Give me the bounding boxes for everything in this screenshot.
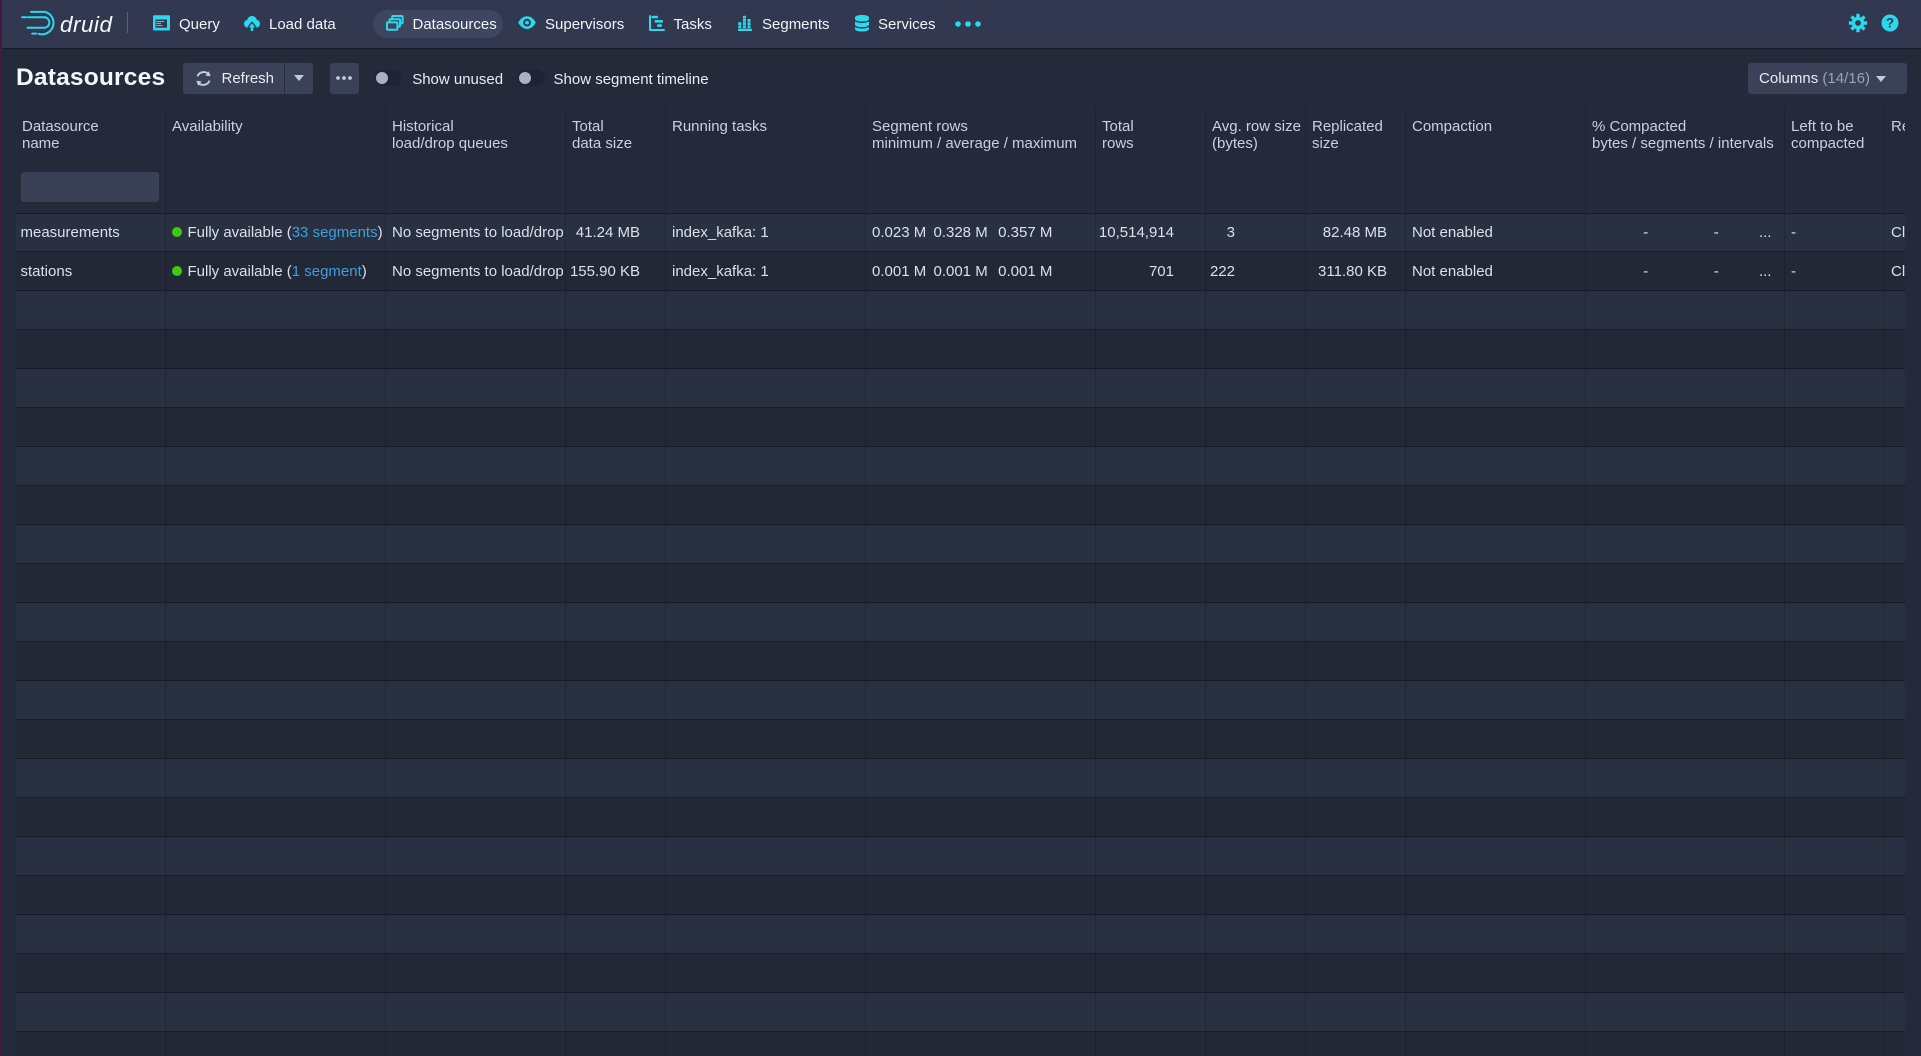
svg-text:?: ? <box>1886 15 1894 30</box>
